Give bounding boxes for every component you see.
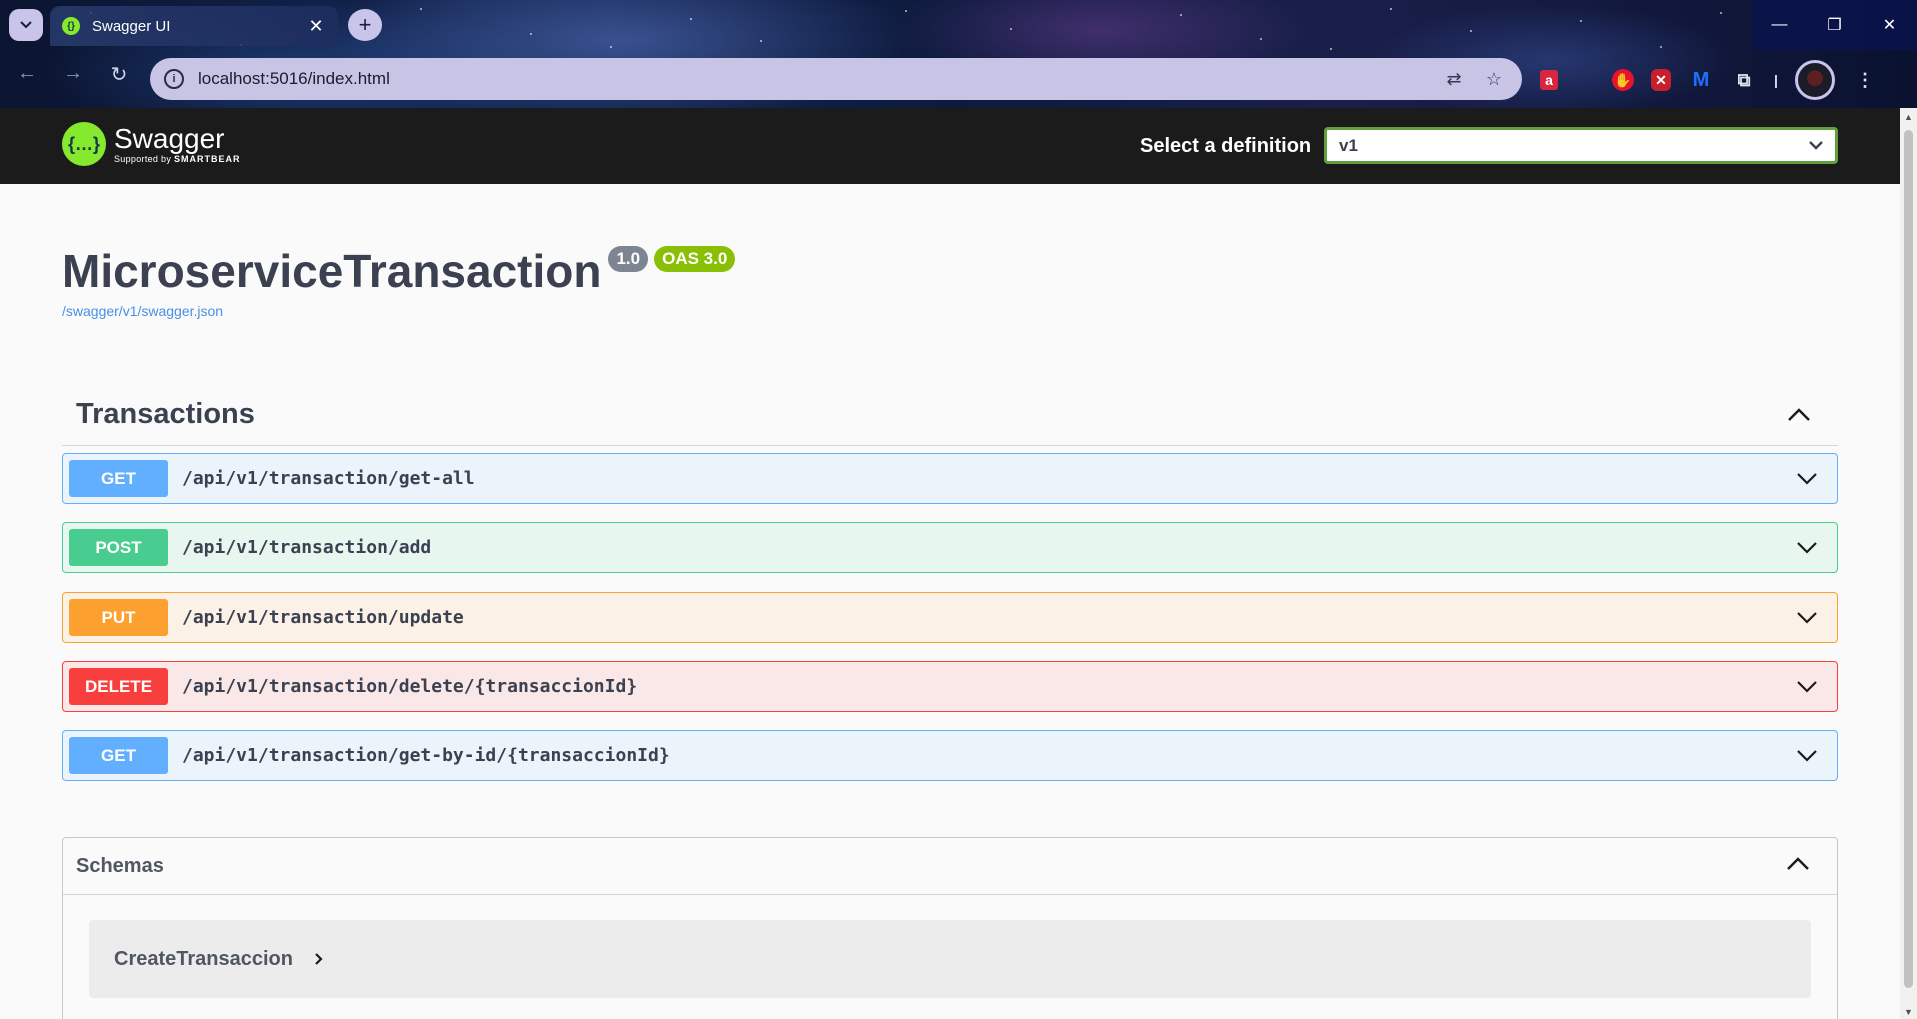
translate-icon[interactable]: ⇄: [1440, 69, 1468, 90]
schemas-title: Schemas: [76, 854, 164, 877]
operation-get-all[interactable]: GET /api/v1/transaction/get-all: [62, 453, 1838, 504]
restore-button[interactable]: ❐: [1807, 0, 1862, 50]
schemas-section: Schemas CreateTransaccion: [62, 837, 1838, 1019]
chevron-up-icon[interactable]: [1788, 408, 1810, 421]
definition-label: Select a definition: [1140, 135, 1312, 157]
minimize-button[interactable]: —: [1752, 0, 1807, 50]
operation-path: /api/v1/transaction/get-by-id/{transacci…: [182, 745, 670, 766]
reload-icon[interactable]: ↻: [104, 62, 134, 87]
extension-red-icon[interactable]: a: [1540, 70, 1558, 90]
chevron-right-icon[interactable]: [315, 953, 323, 965]
chevron-down-icon: [20, 21, 32, 29]
close-window-button[interactable]: ✕: [1862, 0, 1917, 50]
api-title-block: MicroserviceTransaction 1.0 OAS 3.0: [62, 244, 736, 298]
browser-tab-swagger[interactable]: {} Swagger UI ✕: [50, 6, 338, 46]
version-badge: 1.0: [608, 246, 649, 272]
chevron-down-icon[interactable]: [1797, 749, 1817, 762]
operation-get-by-id[interactable]: GET /api/v1/transaction/get-by-id/{trans…: [62, 730, 1838, 781]
tab-title: Swagger UI: [92, 17, 171, 35]
api-title: MicroserviceTransaction: [62, 245, 602, 297]
window-controls: — ❐ ✕: [1752, 0, 1917, 50]
profile-avatar[interactable]: [1795, 60, 1835, 100]
site-info-icon[interactable]: i: [164, 69, 184, 89]
chevron-down-icon[interactable]: [1797, 541, 1817, 554]
schemas-header[interactable]: Schemas: [63, 838, 1837, 895]
extension-shield-icon[interactable]: ✕: [1651, 69, 1671, 91]
address-bar[interactable]: i localhost:5016/index.html ⇄ ☆: [150, 58, 1522, 100]
operation-path: /api/v1/transaction/get-all: [182, 468, 475, 489]
scroll-down-icon[interactable]: ▼: [1904, 1007, 1913, 1017]
chevron-down-icon[interactable]: [1797, 472, 1817, 485]
browser-menu-icon[interactable]: ⋮: [1852, 67, 1878, 93]
scroll-thumb[interactable]: [1904, 130, 1913, 988]
toolbar-divider: |: [1774, 72, 1778, 88]
method-badge: GET: [69, 737, 168, 774]
chevron-down-icon: [1809, 141, 1823, 150]
swagger-topbar: {…} Swagger Supported by SMARTBEAR Selec…: [0, 108, 1900, 184]
operation-delete[interactable]: DELETE /api/v1/transaction/delete/{trans…: [62, 661, 1838, 712]
swagger-logo[interactable]: {…} Swagger Supported by SMARTBEAR: [62, 122, 240, 166]
chevron-up-icon[interactable]: [1787, 857, 1809, 870]
operation-path: /api/v1/transaction/update: [182, 607, 464, 628]
malwarebytes-icon[interactable]: M: [1688, 67, 1714, 93]
tab-search-button[interactable]: [9, 9, 43, 41]
forward-icon[interactable]: →: [58, 62, 88, 85]
page-scrollbar[interactable]: ▲ ▼: [1900, 108, 1917, 1019]
swagger-favicon-icon: {}: [62, 17, 80, 35]
extension-hand-icon[interactable]: ✋: [1612, 69, 1634, 91]
tag-name: Transactions: [76, 398, 255, 430]
model-create-transaccion[interactable]: CreateTransaccion: [89, 920, 1811, 998]
scroll-up-icon[interactable]: ▲: [1904, 112, 1913, 122]
tag-header-transactions[interactable]: Transactions: [62, 384, 1838, 446]
extensions-puzzle-icon[interactable]: ⧉: [1731, 67, 1757, 93]
logo-subtitle: Supported by SMARTBEAR: [114, 154, 241, 164]
back-icon[interactable]: ←: [12, 62, 42, 85]
definition-select[interactable]: v1: [1324, 127, 1838, 164]
url-text[interactable]: localhost:5016/index.html: [198, 69, 1428, 89]
chevron-down-icon[interactable]: [1797, 611, 1817, 624]
bookmark-star-icon[interactable]: ☆: [1480, 69, 1508, 90]
model-name: CreateTransaccion: [114, 947, 293, 970]
swagger-logo-icon: {…}: [62, 122, 106, 166]
tab-close-icon[interactable]: ✕: [306, 16, 326, 37]
method-badge: POST: [69, 529, 168, 566]
logo-name: Swagger: [114, 123, 225, 154]
operation-update[interactable]: PUT /api/v1/transaction/update: [62, 592, 1838, 643]
browser-chrome: {} Swagger UI ✕ + — ❐ ✕ ← → ↻ i localhos…: [0, 0, 1917, 108]
oas-badge: OAS 3.0: [654, 246, 736, 272]
spec-link[interactable]: /swagger/v1/swagger.json: [62, 303, 223, 319]
operation-path: /api/v1/transaction/delete/{transaccionI…: [182, 676, 638, 697]
chevron-down-icon[interactable]: [1797, 680, 1817, 693]
operation-add[interactable]: POST /api/v1/transaction/add: [62, 522, 1838, 573]
method-badge: PUT: [69, 599, 168, 636]
new-tab-button[interactable]: +: [348, 9, 382, 41]
extension-toolbar: a ✋ ✕ M ⧉ | ⋮: [1540, 60, 1878, 100]
definition-value: v1: [1339, 135, 1358, 155]
operation-path: /api/v1/transaction/add: [182, 537, 432, 558]
method-badge: DELETE: [69, 668, 168, 705]
method-badge: GET: [69, 460, 168, 497]
